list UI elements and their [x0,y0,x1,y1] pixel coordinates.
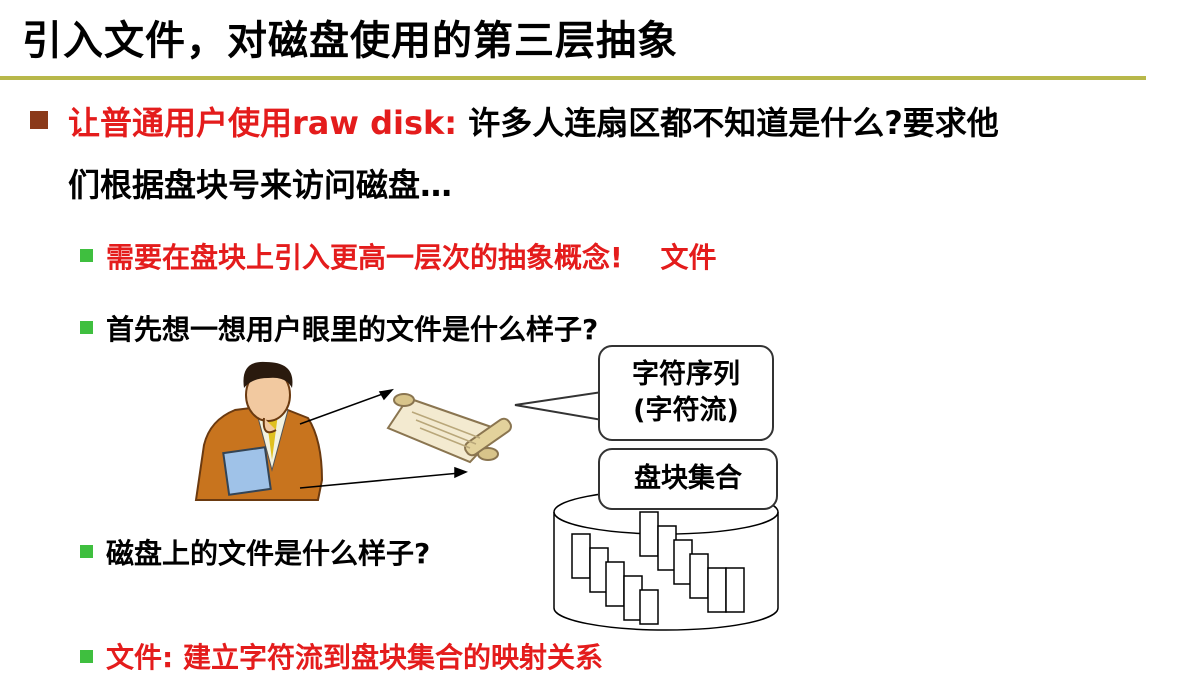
char-stream-callout-line2: (字符流) [633,395,739,426]
block-set-callout: 盘块集合 [598,448,778,510]
char-stream-callout-line1: 字符序列 [632,359,740,390]
sub-bullet-3: 磁盘上的文件是什么样子? [106,537,431,570]
scroll-icon [386,393,512,464]
sub-bullet-marker [80,545,93,558]
sub-bullet-marker [80,650,93,663]
sub-bullet-4: 文件: 建立字符流到盘块集合的映射关系 [106,641,603,674]
callout-tail [514,390,603,422]
illustration [194,361,779,631]
user-figure-icon [194,361,324,501]
char-stream-callout: 字符序列 (字符流) [598,345,774,441]
